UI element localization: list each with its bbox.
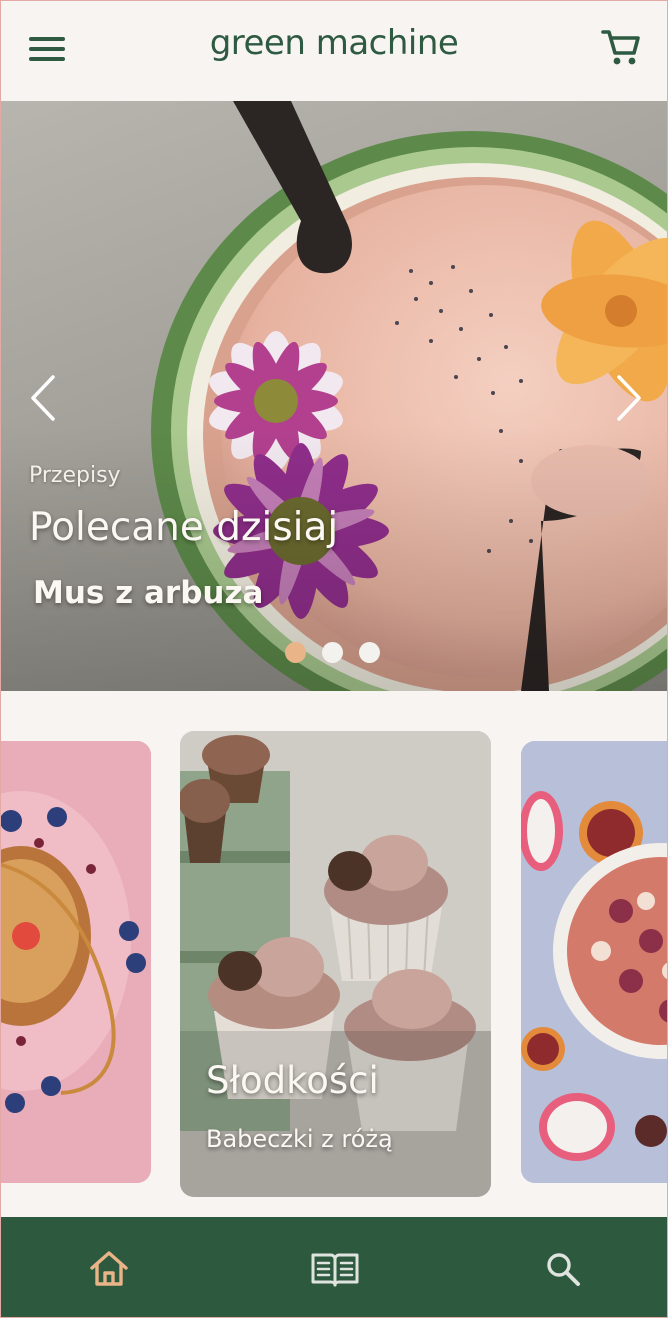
featured-carousel[interactable]: Przepisy Polecane dzisiaj Mus z arbuza — [1, 101, 667, 691]
smoothie-bowl-image — [521, 741, 667, 1183]
carousel-dot-1[interactable] — [285, 642, 306, 663]
search-icon[interactable] — [539, 1247, 591, 1291]
app-title: green machine — [209, 23, 459, 63]
category-card-next[interactable] — [521, 741, 667, 1183]
carousel-dot-3[interactable] — [359, 642, 380, 663]
carousel-next-chevron-right-icon[interactable] — [607, 371, 647, 425]
carousel-prev-chevron-left-icon[interactable] — [25, 371, 65, 425]
pancake-dessert-image — [1, 741, 151, 1183]
top-app-bar: green machine — [1, 1, 667, 101]
hero-category-label: Przepisy — [29, 463, 121, 488]
category-card-subtitle: Babeczki z różą — [206, 1125, 393, 1153]
category-card-prev[interactable] — [1, 741, 151, 1183]
app-screen: green machine Przepisy Polecane dzisiaj … — [0, 0, 668, 1318]
carousel-pagination — [285, 642, 380, 663]
category-card-title: Słodkości — [206, 1059, 379, 1102]
book-icon[interactable] — [309, 1247, 361, 1291]
bottom-navigation-bar — [1, 1217, 667, 1317]
carousel-dot-2[interactable] — [322, 642, 343, 663]
hero-heading: Polecane dzisiaj — [29, 505, 339, 550]
hero-recipe-name[interactable]: Mus z arbuza — [33, 575, 263, 611]
home-icon[interactable] — [83, 1247, 135, 1291]
category-card-sweets[interactable]: Słodkości Babeczki z różą — [180, 731, 491, 1197]
shopping-cart-icon[interactable] — [599, 25, 643, 69]
